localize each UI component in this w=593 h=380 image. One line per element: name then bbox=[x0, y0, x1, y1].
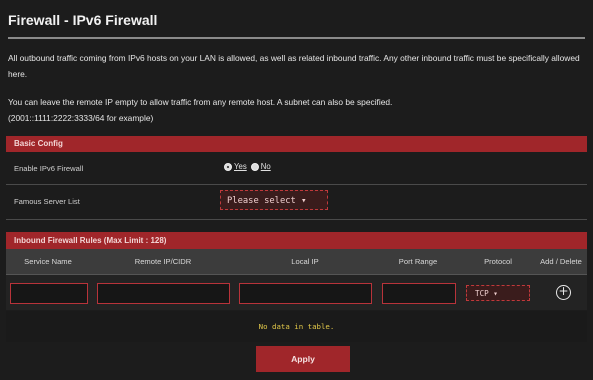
empty-table-message: No data in table. bbox=[258, 322, 335, 331]
famous-server-label: Famous Server List bbox=[14, 197, 80, 206]
famous-server-row: Famous Server List Please select ▾ bbox=[6, 185, 587, 220]
radio-no-label[interactable]: No bbox=[261, 162, 271, 171]
col-add-delete: Add / Delete bbox=[540, 257, 582, 266]
col-local-ip: Local IP bbox=[291, 257, 319, 266]
port-range-input[interactable] bbox=[382, 283, 456, 304]
radio-no[interactable] bbox=[250, 162, 259, 171]
col-port-range: Port Range bbox=[398, 257, 438, 266]
famous-server-select[interactable]: Please select ▾ bbox=[220, 190, 328, 210]
empty-table-row: No data in table. bbox=[6, 311, 587, 343]
service-name-input[interactable] bbox=[10, 283, 88, 304]
inbound-input-row: TCP ▾ + bbox=[6, 275, 587, 310]
inbound-table-header: Service Name Remote IP/CIDR Local IP Por… bbox=[6, 249, 587, 275]
ipv6-firewall-page: Firewall - IPv6 Firewall All outbound tr… bbox=[0, 0, 593, 380]
description-remote-ip-line2: (2001::1111:2222:3333/64 for example) bbox=[8, 113, 154, 123]
enable-ipv6-firewall-row: Enable IPv6 Firewall Yes No bbox=[6, 153, 587, 185]
description-remote-ip: You can leave the remote IP empty to all… bbox=[8, 94, 586, 126]
col-service-name: Service Name bbox=[24, 257, 72, 266]
protocol-select[interactable]: TCP ▾ bbox=[466, 285, 530, 301]
page-title: Firewall - IPv6 Firewall bbox=[8, 12, 158, 28]
description-outbound: All outbound traffic coming from IPv6 ho… bbox=[8, 53, 580, 79]
description-remote-ip-line1: You can leave the remote IP empty to all… bbox=[8, 97, 393, 107]
footer: Apply bbox=[0, 342, 593, 380]
basic-config-header: Basic Config bbox=[6, 136, 587, 152]
inbound-rules-header: Inbound Firewall Rules (Max Limit : 128) bbox=[6, 232, 587, 249]
add-rule-button[interactable]: + bbox=[556, 285, 571, 300]
remote-ip-input[interactable] bbox=[97, 283, 230, 304]
radio-yes[interactable] bbox=[224, 162, 232, 171]
local-ip-input[interactable] bbox=[239, 283, 372, 304]
apply-button[interactable]: Apply bbox=[256, 346, 350, 372]
col-remote-ip: Remote IP/CIDR bbox=[134, 257, 192, 266]
enable-ipv6-firewall-label: Enable IPv6 Firewall bbox=[14, 164, 84, 173]
title-divider bbox=[8, 37, 585, 39]
radio-yes-label[interactable]: Yes bbox=[234, 162, 247, 171]
col-protocol: Protocol bbox=[484, 257, 512, 266]
enable-radio-group: Yes No bbox=[224, 162, 275, 171]
